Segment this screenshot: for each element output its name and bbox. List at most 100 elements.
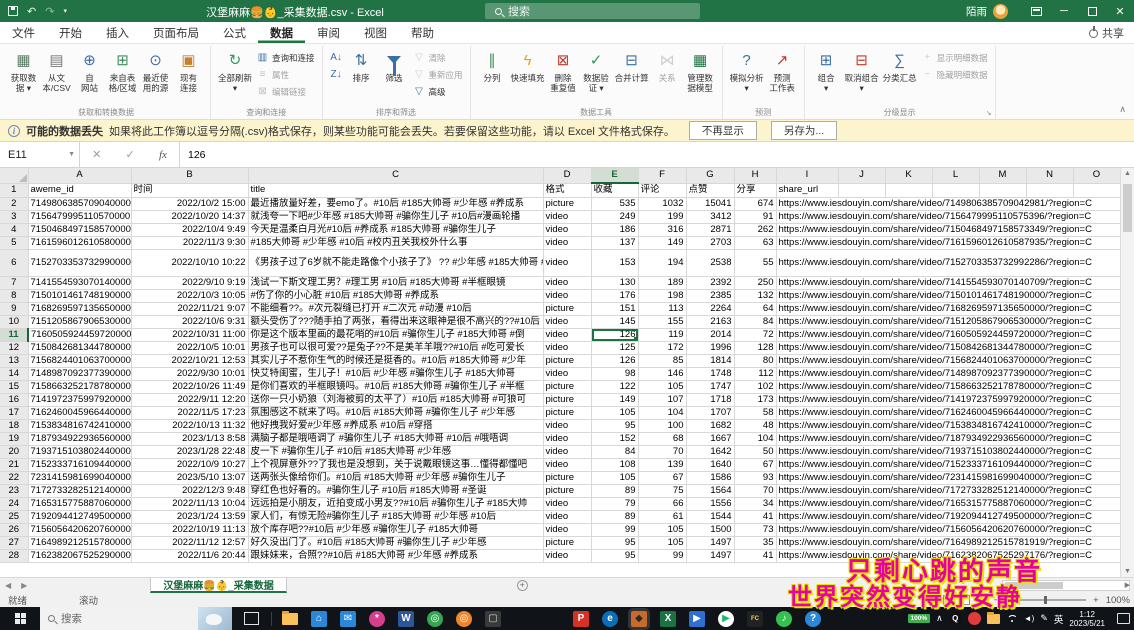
cell-title[interactable]: 满脑子都是哦唔调了 #骗你生儿子 #185大帅哥 #10后 #哦唔调 xyxy=(248,432,543,445)
cell-title[interactable]: 家人们，有惊无险#骗你生儿子 #185大帅哥 #少年感 #10后 xyxy=(248,510,543,523)
cell[interactable] xyxy=(979,183,1026,197)
browser-orange-icon[interactable]: ◎ xyxy=(456,611,472,627)
cell-favorites[interactable]: 149 xyxy=(591,393,638,406)
select-all-corner[interactable] xyxy=(0,168,28,183)
cell-comments[interactable]: 75 xyxy=(638,484,686,497)
task-view-button[interactable] xyxy=(244,612,259,625)
cell-comments[interactable]: 67 xyxy=(638,471,686,484)
cell-favorites[interactable]: 98 xyxy=(591,367,638,380)
filter-button[interactable]: 筛选 xyxy=(378,47,411,105)
cell-share-url[interactable]: https://www.iesdouyin.com/share/video/71… xyxy=(776,380,1120,393)
cell-title[interactable]: 穿红色也好看的。#骗你生儿子 #10后 #185大帅哥 #圣诞 xyxy=(248,484,543,497)
cell-time[interactable]: 2022/10/20 14:37 xyxy=(131,210,248,223)
cell-favorites[interactable]: 186 xyxy=(591,223,638,236)
row-header-26[interactable]: 26 xyxy=(0,523,28,536)
cell[interactable] xyxy=(1026,183,1073,197)
excel-icon[interactable]: X xyxy=(660,611,676,627)
cell-aweme-id[interactable]: 7150468497158570000 xyxy=(28,223,131,236)
row-header-13[interactable]: 13 xyxy=(0,354,28,367)
cell-share-url[interactable]: https://www.iesdouyin.com/share/video/71… xyxy=(776,341,1120,354)
cell-time[interactable]: 2022/9/30 10:01 xyxy=(131,367,248,380)
cell-time[interactable]: 2023/5/10 13:07 xyxy=(131,471,248,484)
cell-format[interactable]: picture xyxy=(543,471,591,484)
group-button[interactable]: ⊞组合 ▾ xyxy=(810,47,843,105)
cell-aweme-id[interactable]: 7164989212515780000 xyxy=(28,536,131,549)
formula-input[interactable]: 126 xyxy=(180,142,1134,167)
sort-a-z-button[interactable]: A↓ xyxy=(328,50,345,66)
cell-shares[interactable]: 102 xyxy=(734,380,776,393)
cell-comments[interactable]: 149 xyxy=(638,236,686,249)
tencent-video-icon[interactable]: ▶ xyxy=(718,611,734,627)
row-header-1[interactable]: 1 xyxy=(0,183,28,197)
cell-format[interactable]: video xyxy=(543,523,591,536)
forecast-sheet-button[interactable]: ↗预测 工作表 xyxy=(766,47,799,105)
cell-format[interactable]: video xyxy=(543,236,591,249)
cell-favorites[interactable]: 176 xyxy=(591,289,638,302)
dialog-launcher-icon[interactable]: ↘ xyxy=(986,109,992,117)
header-cell-share_url[interactable]: share_url xyxy=(776,183,838,197)
column-header-H[interactable]: H xyxy=(734,168,776,183)
cell-likes[interactable]: 1564 xyxy=(686,484,734,497)
cell-aweme-id[interactable]: 7156824401063700000 xyxy=(28,354,131,367)
taskbar-search-box[interactable]: 搜索 xyxy=(40,607,232,630)
cell-share-url[interactable]: https://www.iesdouyin.com/share/video/71… xyxy=(776,432,1120,445)
cell-format[interactable]: video xyxy=(543,510,591,523)
relationships-button[interactable]: ⋈关系 xyxy=(651,47,684,105)
cell-comments[interactable]: 100 xyxy=(638,419,686,432)
pen-icon[interactable]: ✎ xyxy=(1040,613,1048,624)
ribbon-tab-帮助[interactable]: 帮助 xyxy=(399,22,446,43)
row-header-20[interactable]: 20 xyxy=(0,445,28,458)
what-if-analysis-button[interactable]: ?模拟分析 ▾ xyxy=(728,47,766,105)
cell-likes[interactable]: 2392 xyxy=(686,276,734,289)
cell-likes[interactable]: 1642 xyxy=(686,445,734,458)
column-header-O[interactable]: O xyxy=(1073,168,1120,183)
cell-time[interactable]: 2022/10/2 15:00 xyxy=(131,197,248,210)
cell-comments[interactable]: 105 xyxy=(638,536,686,549)
cell-favorites[interactable]: 108 xyxy=(591,458,638,471)
column-header-K[interactable]: K xyxy=(885,168,932,183)
cell-time[interactable]: 2022/9/11 12:20 xyxy=(131,393,248,406)
wifi-icon[interactable] xyxy=(1006,614,1018,624)
cell-title[interactable]: 就浅夸一下吧#少年感 #185大帅哥 #骗你生儿子 #10后#漫画轮播 xyxy=(248,210,543,223)
queries-connections-button[interactable]: ▥查询和连接 xyxy=(254,50,317,66)
cell-time[interactable]: 2022/10/9 10:27 xyxy=(131,458,248,471)
cancel-entry-icon[interactable]: ✕ xyxy=(92,148,101,161)
cell-share-url[interactable]: https://www.iesdouyin.com/share/video/72… xyxy=(776,471,1120,484)
vertical-scrollbar[interactable]: ▲ ▼ xyxy=(1120,168,1134,577)
sort-button[interactable]: ⇅排序 xyxy=(345,47,378,105)
cell-comments[interactable]: 104 xyxy=(638,406,686,419)
sort-z-a-button[interactable]: Z↓ xyxy=(328,67,345,83)
manage-data-model-button[interactable]: ▦管理数 据模型 xyxy=(684,47,717,105)
cell-favorites[interactable]: 99 xyxy=(591,523,638,536)
cell-comments[interactable]: 119 xyxy=(638,328,686,341)
data-validation-button[interactable]: ✓数据验 证 ▾ xyxy=(580,47,613,105)
cell-format[interactable]: picture xyxy=(543,302,591,315)
user-name[interactable]: 陌雨 xyxy=(966,4,987,19)
row-header-14[interactable]: 14 xyxy=(0,367,28,380)
cell-likes[interactable]: 2871 xyxy=(686,223,734,236)
insert-function-icon[interactable]: fx xyxy=(159,149,167,161)
cell-likes[interactable]: 1640 xyxy=(686,458,734,471)
cell-aweme-id[interactable]: 7187934922936560000 xyxy=(28,432,131,445)
cell-share-url[interactable]: https://www.iesdouyin.com/share/video/71… xyxy=(776,445,1120,458)
cell-share-url[interactable]: https://www.iesdouyin.com/share/video/71… xyxy=(776,236,1120,249)
cell-time[interactable]: 2023/1/28 22:48 xyxy=(131,445,248,458)
save-as-button[interactable]: 另存为... xyxy=(771,121,837,140)
dont-show-again-button[interactable]: 不再显示 xyxy=(689,121,757,140)
cell-aweme-id[interactable]: 7152703353732990000 xyxy=(28,249,131,276)
ribbon-tab-开始[interactable]: 开始 xyxy=(47,22,94,43)
cell-likes[interactable]: 1586 xyxy=(686,471,734,484)
row-header-17[interactable]: 17 xyxy=(0,406,28,419)
from-table-range-button[interactable]: ⊞来自表 格/区域 xyxy=(106,47,139,105)
column-header-C[interactable]: C xyxy=(248,168,543,183)
row-header-18[interactable]: 18 xyxy=(0,419,28,432)
cell-comments[interactable]: 146 xyxy=(638,367,686,380)
cell-shares[interactable]: 50 xyxy=(734,445,776,458)
cell-shares[interactable]: 80 xyxy=(734,354,776,367)
ribbon-tab-文件[interactable]: 文件 xyxy=(0,22,47,43)
sheet-nav-right-icon[interactable]: ▶ xyxy=(16,578,32,593)
cell-aweme-id[interactable]: 7156479995110570000 xyxy=(28,210,131,223)
cell-shares[interactable]: 41 xyxy=(734,510,776,523)
taskbar-clock[interactable]: 1:12 2023/5/21 xyxy=(1069,610,1105,628)
cell-title[interactable]: 放个库存吧??#10后 #少年感 #骗你生儿子 #185大帅哥 xyxy=(248,523,543,536)
